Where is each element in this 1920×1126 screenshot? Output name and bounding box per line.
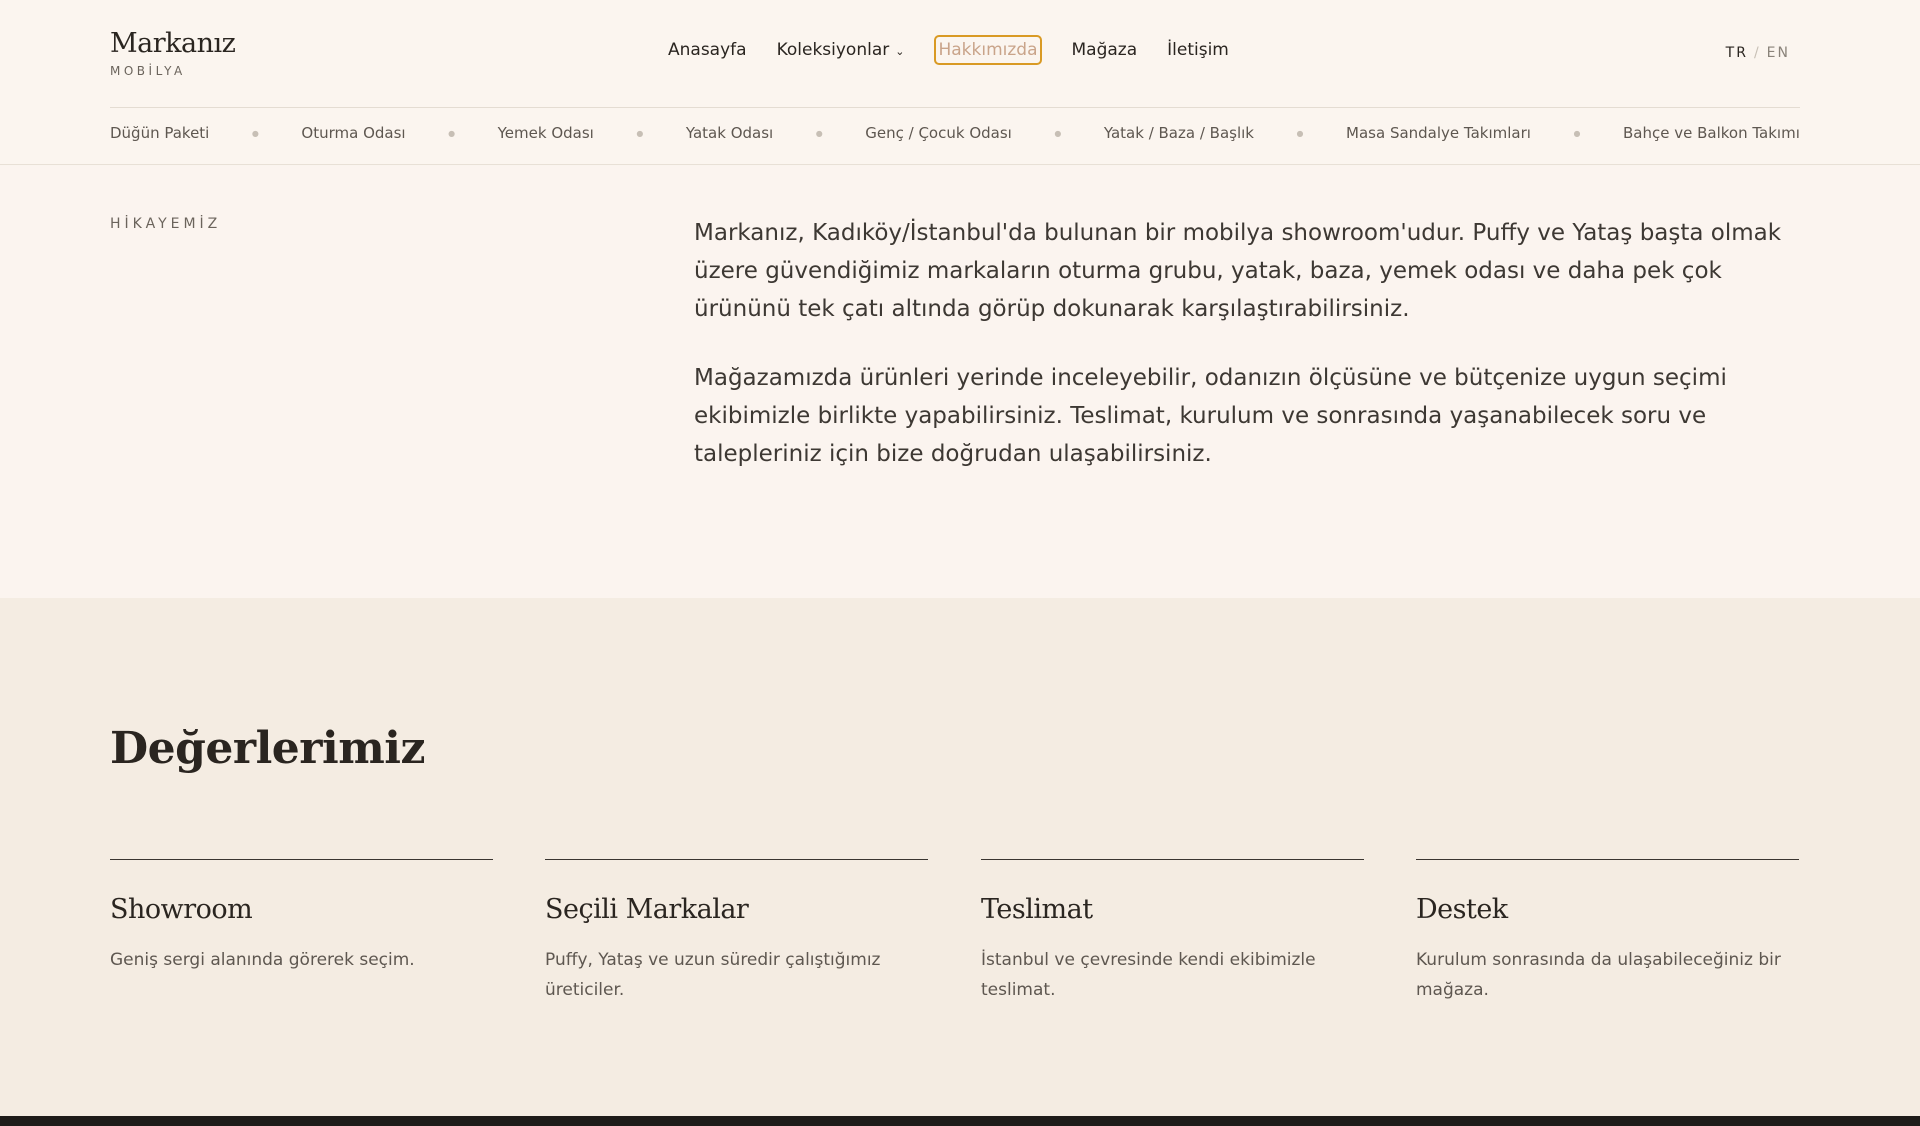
story-text: Markanız, Kadıköy/İstanbul'da bulunan bi… bbox=[694, 214, 1794, 504]
dot-separator-icon: ● bbox=[1054, 128, 1062, 138]
lang-tr[interactable]: TR bbox=[1726, 45, 1748, 61]
main-nav: Anasayfa Koleksiyonlar ⌄ Hakkımızda Mağa… bbox=[668, 35, 1229, 65]
nav-collections-label: Koleksiyonlar bbox=[776, 40, 890, 60]
nav-about[interactable]: Hakkımızda bbox=[934, 35, 1042, 65]
category-item[interactable]: Yatak Odası bbox=[686, 124, 773, 142]
category-item[interactable]: Masa Sandalye Takımları bbox=[1346, 124, 1531, 142]
category-item[interactable]: Düğün Paketi bbox=[110, 124, 209, 142]
value-desc: Geniş sergi alanında görerek seçim. bbox=[110, 950, 415, 970]
site-header: Markanız MOBİLYA Anasayfa Koleksiyonlar … bbox=[0, 0, 1920, 165]
value-title: Seçili Markalar bbox=[545, 894, 749, 925]
value-title: Destek bbox=[1416, 894, 1508, 925]
value-card-support: Destek Kurulum sonrasında da ulaşabilece… bbox=[1416, 859, 1799, 1005]
brand-logo[interactable]: Markanız MOBİLYA bbox=[110, 28, 236, 78]
value-desc: İstanbul ve çevresinde kendi ekibimizle … bbox=[981, 950, 1316, 1000]
story-paragraph: Mağazamızda ürünleri yerinde inceleyebil… bbox=[694, 365, 1727, 467]
value-title: Teslimat bbox=[981, 894, 1093, 925]
category-item[interactable]: Genç / Çocuk Odası bbox=[865, 124, 1012, 142]
chevron-down-icon: ⌄ bbox=[895, 44, 905, 58]
category-item[interactable]: Bahçe ve Balkon Takımı bbox=[1623, 124, 1800, 142]
dot-separator-icon: ● bbox=[1296, 128, 1304, 138]
lang-separator: / bbox=[1753, 45, 1761, 61]
category-nav: Düğün Paketi ● Oturma Odası ● Yemek Odas… bbox=[110, 124, 1800, 142]
language-switcher: TR / EN bbox=[1726, 45, 1790, 61]
nav-contact[interactable]: İletişim bbox=[1167, 40, 1229, 60]
value-title: Showroom bbox=[110, 894, 253, 925]
values-section: Değerlerimiz Showroom Geniş sergi alanın… bbox=[0, 598, 1920, 1116]
value-card-showroom: Showroom Geniş sergi alanında görerek se… bbox=[110, 859, 493, 975]
value-card-delivery: Teslimat İstanbul ve çevresinde kendi ek… bbox=[981, 859, 1364, 1005]
value-desc: Kurulum sonrasında da ulaşabileceğiniz b… bbox=[1416, 950, 1781, 1000]
dot-separator-icon: ● bbox=[815, 128, 823, 138]
dot-separator-icon: ● bbox=[636, 128, 644, 138]
story-label: HİKAYEMİZ bbox=[110, 216, 222, 232]
value-desc: Puffy, Yataş ve uzun süredir çalıştığımı… bbox=[545, 950, 881, 1000]
dot-separator-icon: ● bbox=[251, 128, 259, 138]
lang-en[interactable]: EN bbox=[1767, 45, 1790, 61]
story-paragraph: Markanız, Kadıköy/İstanbul'da bulunan bi… bbox=[694, 220, 1782, 322]
nav-home[interactable]: Anasayfa bbox=[668, 40, 747, 60]
brand-subtitle: MOBİLYA bbox=[110, 64, 186, 78]
nav-collections[interactable]: Koleksiyonlar ⌄ bbox=[777, 40, 905, 60]
value-card-brands: Seçili Markalar Puffy, Yataş ve uzun sür… bbox=[545, 859, 928, 1005]
dot-separator-icon: ● bbox=[1573, 128, 1581, 138]
dot-separator-icon: ● bbox=[448, 128, 456, 138]
story-section: HİKAYEMİZ Markanız, Kadıköy/İstanbul'da … bbox=[0, 166, 1920, 598]
values-title: Değerlerimiz bbox=[110, 723, 425, 774]
category-item[interactable]: Oturma Odası bbox=[301, 124, 405, 142]
category-item[interactable]: Yatak / Baza / Başlık bbox=[1104, 124, 1254, 142]
header-top-bar: Markanız MOBİLYA Anasayfa Koleksiyonlar … bbox=[110, 0, 1800, 108]
nav-store[interactable]: Mağaza bbox=[1072, 40, 1138, 60]
brand-name: Markanız bbox=[110, 28, 236, 59]
footer-edge bbox=[0, 1116, 1920, 1126]
category-item[interactable]: Yemek Odası bbox=[498, 124, 594, 142]
